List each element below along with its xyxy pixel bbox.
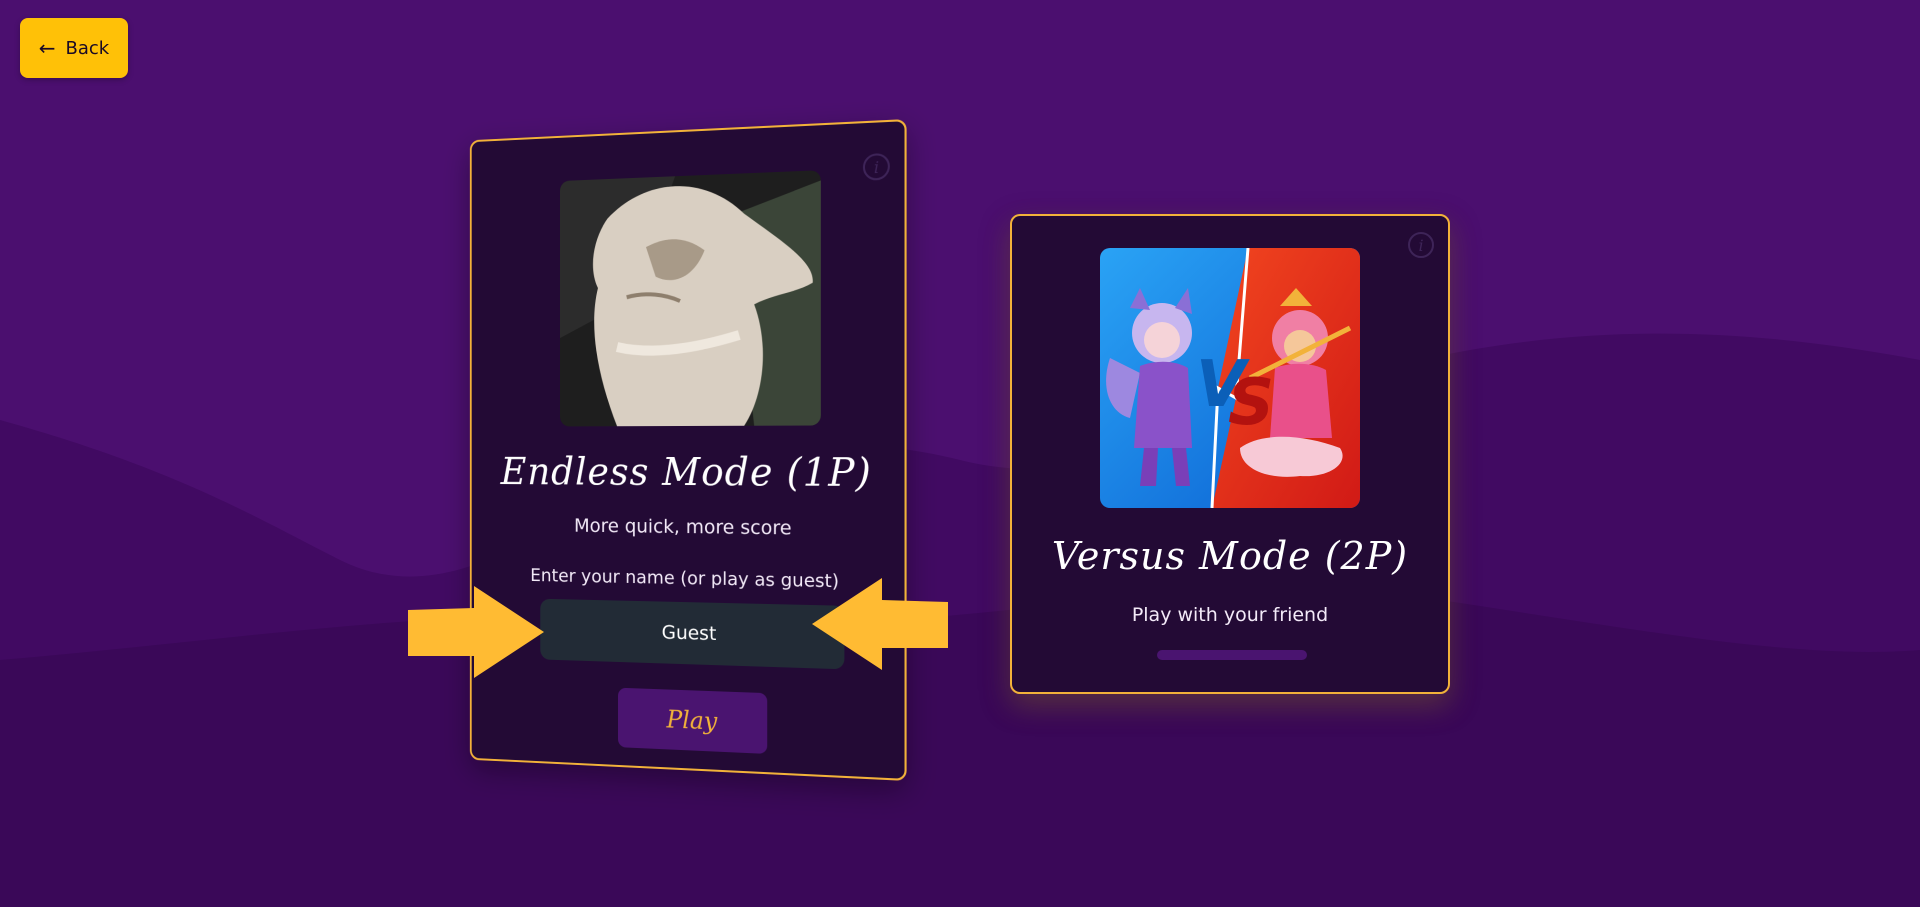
loading-bar bbox=[1157, 650, 1307, 660]
versus-characters-image: V S bbox=[1100, 248, 1360, 508]
mode-title: Versus Mode (2P) bbox=[1051, 534, 1409, 578]
mode-subtitle: More quick, more score bbox=[574, 514, 792, 540]
svg-text:S: S bbox=[1228, 366, 1274, 440]
back-button-label: Back bbox=[65, 37, 110, 59]
info-icon[interactable]: i bbox=[862, 152, 890, 181]
endless-mode-card[interactable]: i Endless Mode (1P) More quick, more sco… bbox=[469, 119, 907, 781]
mode-subtitle: Play with your friend bbox=[1131, 604, 1329, 626]
arrow-right-icon bbox=[408, 586, 544, 678]
arrow-left-icon: ← bbox=[38, 36, 56, 60]
cat-image bbox=[560, 170, 821, 427]
background-waves bbox=[0, 0, 1920, 907]
arrow-left-icon bbox=[812, 578, 948, 670]
back-button[interactable]: ← Back bbox=[20, 18, 128, 78]
mode-title: Endless Mode (1P) bbox=[500, 450, 872, 496]
info-icon[interactable]: i bbox=[1408, 232, 1434, 258]
play-button[interactable]: Play bbox=[618, 687, 768, 754]
versus-mode-card[interactable]: i V S Versus Mode (2P) Play with your fr… bbox=[1010, 214, 1450, 694]
name-input[interactable] bbox=[540, 598, 845, 670]
